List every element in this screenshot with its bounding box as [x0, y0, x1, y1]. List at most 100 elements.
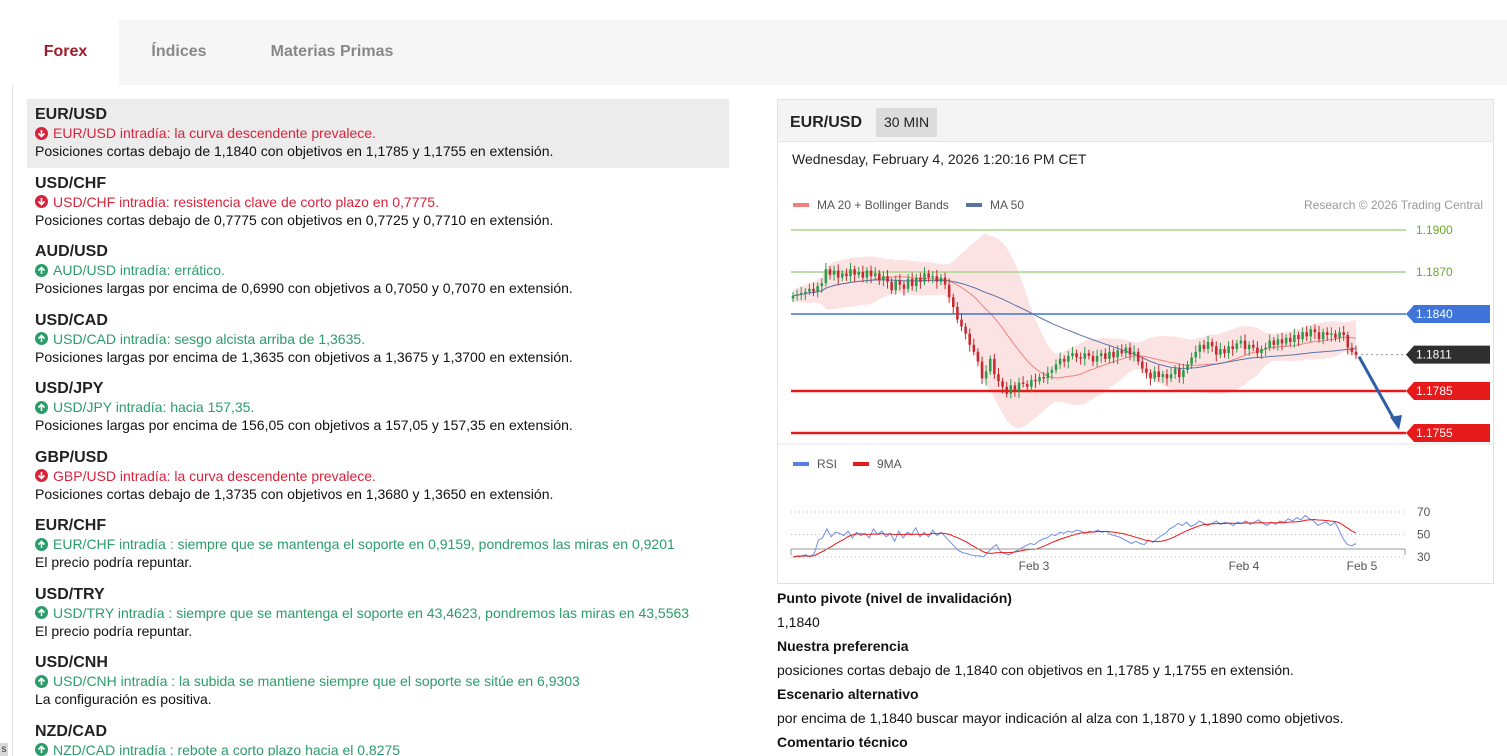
instrument-headline[interactable]: EUR/USD intradía: la curva descendente p… [35, 124, 721, 142]
instrument-item[interactable]: USD/CAD USD/CAD intradía: sesgo alcista a… [27, 305, 729, 374]
candle-body [1305, 332, 1308, 337]
candle-body [1141, 361, 1144, 369]
instrument-headline[interactable]: GBP/USD intradía: la curva descendente p… [35, 467, 721, 485]
instrument-pair[interactable]: USD/CAD [35, 312, 721, 330]
candle-body [1239, 340, 1243, 344]
forecast-arrow-head [1390, 415, 1402, 430]
candle-body [1301, 332, 1304, 340]
instrument-headline[interactable]: USD/JPY intradía: hacia 157,35. [35, 398, 721, 416]
instrument-description: Posiciones cortas debajo de 0,7775 con o… [35, 211, 554, 228]
pivot-label: Punto pivote (nivel de invalidación) [777, 590, 1012, 606]
instrument-item[interactable]: NZD/CAD NZD/CAD intradía : rebote a corto… [27, 716, 729, 756]
candle-body [1215, 346, 1218, 355]
candle-body [882, 276, 885, 281]
tab-materias-primas[interactable]: Materias Primas [239, 20, 425, 85]
candle-body [1243, 340, 1247, 349]
candle-body [910, 279, 914, 286]
candle-body [1235, 343, 1239, 349]
instrument-headline[interactable]: NZD/CAD intradía : rebote a corto plazo … [35, 741, 721, 756]
candle-body [1001, 381, 1004, 387]
candle-body [939, 277, 943, 282]
candle-body [1009, 385, 1013, 394]
candle-body [1021, 382, 1025, 384]
candle-body [1342, 332, 1345, 335]
instrument-description: Posiciones cortas debajo de 1,3735 con o… [35, 485, 554, 502]
instrument-headline[interactable]: USD/CAD intradía: sesgo alcista arriba d… [35, 330, 721, 348]
candle-body [1223, 349, 1226, 354]
candle-body [1284, 337, 1288, 344]
instrument-item[interactable]: USD/CHF USD/CHF intradía: resistencia cla… [27, 168, 729, 237]
candle-body [1071, 353, 1074, 356]
candle-body [1153, 371, 1156, 379]
candle-body [902, 284, 906, 289]
candle-body [1013, 385, 1017, 391]
candle-body [1104, 353, 1107, 359]
price-level-label: 1.1755 [1416, 426, 1453, 440]
tab-indices[interactable]: Índices [119, 20, 239, 85]
alternative-label: Escenario alternativo [777, 686, 919, 702]
candle-body [1067, 356, 1070, 362]
instrument-item[interactable]: AUD/USD AUD/USD intradía: errático. Posici… [27, 236, 729, 305]
candle-body [988, 358, 992, 372]
instrument-pair[interactable]: USD/CNH [35, 654, 721, 672]
candle-body [1017, 382, 1021, 391]
instrument-item[interactable]: USD/JPY USD/JPY intradía: hacia 157,35. Po… [27, 373, 729, 442]
candle-body [1050, 370, 1054, 373]
instrument-pair[interactable]: USD/TRY [35, 586, 721, 604]
instrument-item[interactable]: EUR/USD EUR/USD intradía: la curva descen… [27, 99, 729, 168]
instrument-pair[interactable]: AUD/USD [35, 243, 721, 261]
rsi-legend-label: RSI [817, 457, 837, 471]
rsi-legend-swatch [793, 462, 809, 466]
candle-body [1075, 353, 1078, 358]
candle-body [1231, 346, 1234, 349]
instrument-headline-text: USD/TRY intradía : siempre que se manten… [53, 604, 690, 621]
candle-body [795, 294, 799, 296]
instrument-item[interactable]: EUR/CHF EUR/CHF intradía : siempre que se… [27, 510, 729, 579]
tab-forex[interactable]: Forex [12, 20, 119, 85]
instrument-headline[interactable]: USD/TRY intradía : siempre que se manten… [35, 604, 721, 622]
instrument-item[interactable]: USD/TRY USD/TRY intradía : siempre que se… [27, 579, 729, 648]
instrument-pair[interactable]: GBP/USD [35, 449, 721, 467]
instrument-pair[interactable]: EUR/USD [35, 106, 721, 124]
candle-body [1280, 339, 1284, 344]
price-level-label: 1.1870 [1416, 265, 1453, 279]
instrument-description: La configuración es positiva. [35, 691, 212, 707]
candle-body [935, 276, 939, 282]
candle-body [1128, 347, 1132, 355]
candle-body [943, 277, 947, 285]
instrument-headline[interactable]: AUD/USD intradía: errático. [35, 261, 721, 279]
candle-body [1297, 335, 1300, 340]
bollinger-band [793, 233, 1356, 429]
candle-body [1005, 386, 1008, 394]
candle-body [984, 371, 988, 379]
instrument-pair[interactable]: USD/JPY [35, 380, 721, 398]
instrument-pair[interactable]: NZD/CAD [35, 723, 721, 741]
candle-body [824, 269, 828, 284]
candle-body [1256, 347, 1259, 354]
price-level-label: 1.1840 [1416, 307, 1453, 321]
instrument-headline[interactable]: USD/CNH intradía : la subida se mantiene… [35, 672, 721, 690]
instrument-pair[interactable]: EUR/CHF [35, 517, 721, 535]
market-tabs: Forex Índices Materias Primas [12, 20, 1507, 85]
instrument-headline-text: USD/CNH intradía : la subida se mantiene… [53, 673, 580, 689]
candle-body [873, 273, 877, 277]
arrow-up-icon [35, 537, 48, 551]
candle-body [857, 272, 861, 275]
candle-body [869, 270, 873, 277]
candle-body [816, 286, 819, 292]
ma20-legend-swatch [793, 203, 809, 207]
instrument-item[interactable]: GBP/USD GBP/USD intradía: la curva descen… [27, 442, 729, 511]
candle-body [808, 288, 811, 292]
instrument-headline[interactable]: EUR/CHF intradía : siempre que se manten… [35, 535, 721, 553]
candle-body [1194, 351, 1197, 358]
candle-body [1251, 344, 1255, 348]
candle-body [1034, 379, 1037, 382]
instrument-pair[interactable]: USD/CHF [35, 175, 721, 193]
instrument-item[interactable]: USD/CNH USD/CNH intradía : la subida se m… [27, 647, 729, 716]
candle-body [1288, 337, 1292, 342]
candle-body [878, 273, 881, 281]
candle-body [1046, 372, 1050, 379]
instrument-headline[interactable]: USD/CHF intradía: resistencia clave de c… [35, 193, 721, 211]
candle-body [1354, 351, 1358, 355]
arrow-up-icon [35, 332, 48, 345]
